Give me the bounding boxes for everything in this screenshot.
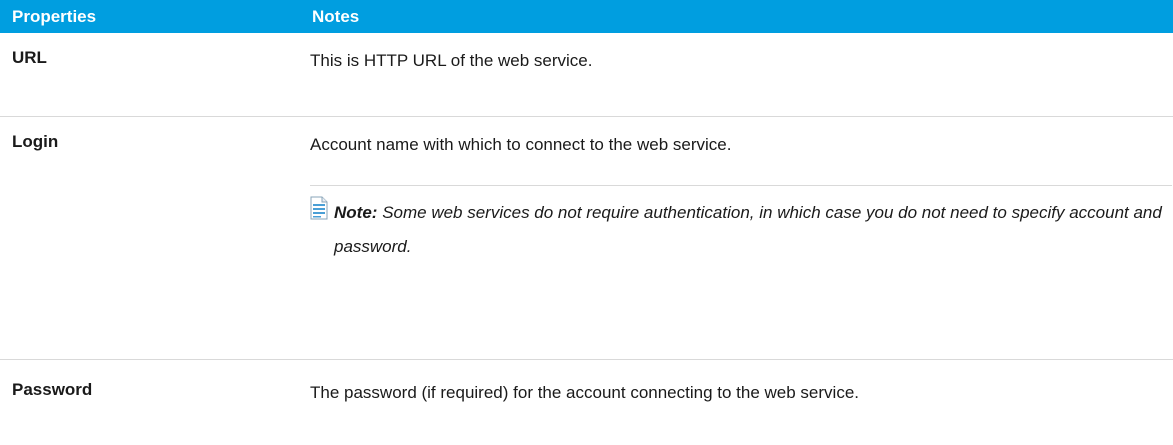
property-note: This is HTTP URL of the web service.	[310, 33, 1173, 117]
note-text: Account name with which to connect to th…	[310, 132, 1172, 158]
property-note: Account name with which to connect to th…	[310, 117, 1173, 360]
note-callout: Note: Some web services do not require a…	[310, 185, 1172, 264]
note-callout-body: Note: Some web services do not require a…	[310, 194, 1172, 264]
note-text: This is HTTP URL of the web service.	[310, 48, 1172, 74]
note-label: Note:	[334, 203, 377, 222]
property-name: URL	[0, 33, 310, 117]
header-notes: Notes	[310, 0, 1173, 33]
table-row: URL This is HTTP URL of the web service.	[0, 33, 1173, 117]
property-note: The password (if required) for the accou…	[310, 360, 1173, 445]
header-properties: Properties	[0, 0, 310, 33]
table-header-row: Properties Notes	[0, 0, 1173, 33]
note-page-icon	[310, 196, 328, 220]
note-text: The password (if required) for the accou…	[310, 380, 1172, 406]
properties-table: Properties Notes URL This is HTTP URL of…	[0, 0, 1173, 445]
table-row: Login Account name with which to connect…	[0, 117, 1173, 360]
property-name: Password	[0, 360, 310, 445]
property-name: Login	[0, 117, 310, 360]
note-callout-text: Some web services do not require authent…	[334, 203, 1162, 256]
table-row: Password The password (if required) for …	[0, 360, 1173, 445]
